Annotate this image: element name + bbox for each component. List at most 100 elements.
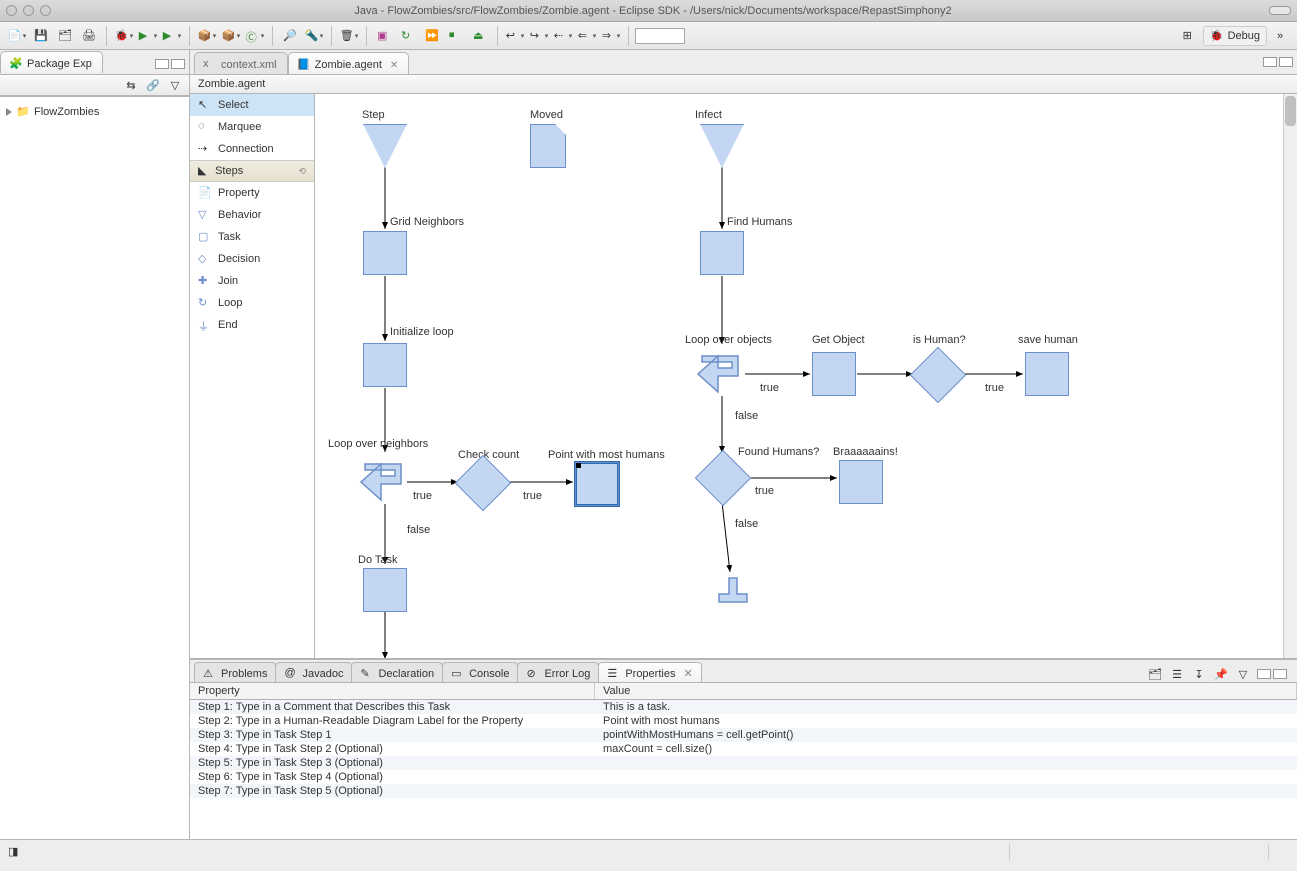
- new-class-button[interactable]: 📦: [220, 25, 242, 47]
- link-editor-button[interactable]: 🔗: [145, 77, 161, 93]
- search-button[interactable]: 🔦: [303, 25, 325, 47]
- table-row[interactable]: Step 4: Type in Task Step 2 (Optional)ma…: [190, 742, 1297, 756]
- minimize-panel-button[interactable]: [1257, 669, 1271, 679]
- terminate-button[interactable]: ⏏: [469, 25, 491, 47]
- forward-button[interactable]: ⇒: [600, 25, 622, 47]
- col-property[interactable]: Property: [190, 683, 595, 699]
- toggle-breadcrumb-button[interactable]: 🗑: [338, 25, 360, 47]
- filter-button[interactable]: ☰: [1169, 666, 1185, 682]
- stop-button[interactable]: ⏹: [445, 25, 467, 47]
- node-loop-neighbors[interactable]: [355, 454, 409, 511]
- palette-end[interactable]: ⏚End: [190, 314, 314, 336]
- diagram-canvas[interactable]: Step Moved Grid Neighbors Initialize loo…: [315, 94, 1297, 658]
- palette-select[interactable]: ↖Select: [190, 94, 314, 116]
- editor-tab-zombie[interactable]: 📘 Zombie.agent ✕: [288, 52, 410, 74]
- new-type-button[interactable]: Ⓒ: [244, 25, 266, 47]
- maximize-view-button[interactable]: [171, 59, 185, 69]
- tab-problems[interactable]: ⚠Problems: [194, 662, 276, 682]
- step-button[interactable]: ⏩: [421, 25, 443, 47]
- prop-value[interactable]: pointWithMostHumans = cell.getPoint(): [595, 728, 1297, 742]
- status-icon[interactable]: ◨: [8, 845, 22, 859]
- restore-button[interactable]: ↧: [1191, 666, 1207, 682]
- save-all-button[interactable]: 🗂: [54, 25, 76, 47]
- table-row[interactable]: Step 5: Type in Task Step 3 (Optional): [190, 756, 1297, 770]
- build-button[interactable]: ▣: [373, 25, 395, 47]
- palette-group-steps[interactable]: ◣ Steps: [190, 160, 314, 182]
- tab-errorlog[interactable]: ⊘Error Log: [517, 662, 599, 682]
- tab-properties[interactable]: ☰Properties✕: [598, 662, 701, 682]
- palette-task[interactable]: ▢Task: [190, 226, 314, 248]
- prop-value[interactable]: [595, 770, 1297, 784]
- view-menu-button[interactable]: ▽: [167, 77, 183, 93]
- back-button[interactable]: ⇐: [576, 25, 598, 47]
- project-node[interactable]: 📁 FlowZombies: [6, 103, 183, 121]
- node-save-human[interactable]: [1025, 352, 1069, 396]
- minimize-window-button[interactable]: [23, 5, 34, 16]
- node-grid-neighbors[interactable]: [363, 231, 407, 275]
- maximize-editor-button[interactable]: [1279, 57, 1293, 67]
- pin-icon[interactable]: [298, 165, 306, 177]
- debug-button[interactable]: 🐞: [113, 25, 135, 47]
- scrollbar-thumb[interactable]: [1285, 96, 1296, 126]
- close-window-button[interactable]: [6, 5, 17, 16]
- node-do-task[interactable]: [363, 568, 407, 612]
- zoom-window-button[interactable]: [40, 5, 51, 16]
- last-edit-button[interactable]: ⇠: [552, 25, 574, 47]
- open-perspective-button[interactable]: ⊞: [1179, 25, 1201, 47]
- perspective-more-button[interactable]: »: [1269, 25, 1291, 47]
- toolbar-toggle-button[interactable]: [1269, 6, 1291, 15]
- new-wizard-button[interactable]: 📄: [6, 25, 28, 47]
- tab-javadoc[interactable]: @Javadoc: [275, 662, 352, 682]
- col-value[interactable]: Value: [595, 683, 1297, 699]
- maximize-panel-button[interactable]: [1273, 669, 1287, 679]
- run-button[interactable]: ▶: [137, 25, 159, 47]
- node-end[interactable]: [715, 574, 751, 613]
- table-row[interactable]: Step 3: Type in Task Step 1pointWithMost…: [190, 728, 1297, 742]
- package-explorer-tree[interactable]: 📁 FlowZombies: [0, 96, 189, 839]
- minimize-view-button[interactable]: [155, 59, 169, 69]
- prop-value[interactable]: maxCount = cell.size(): [595, 742, 1297, 756]
- node-init-loop[interactable]: [363, 343, 407, 387]
- canvas-vscrollbar[interactable]: [1283, 94, 1297, 658]
- palette-behavior[interactable]: ▽Behavior: [190, 204, 314, 226]
- tab-declaration[interactable]: ✎Declaration: [351, 662, 443, 682]
- undo-nav-button[interactable]: ↩: [504, 25, 526, 47]
- tab-console[interactable]: ▭Console: [442, 662, 518, 682]
- palette-connection[interactable]: ⇢Connection: [190, 138, 314, 160]
- table-row[interactable]: Step 7: Type in Task Step 5 (Optional): [190, 784, 1297, 798]
- external-tools-button[interactable]: ▶: [161, 25, 183, 47]
- table-row[interactable]: Step 6: Type in Task Step 4 (Optional): [190, 770, 1297, 784]
- node-moved[interactable]: [530, 124, 566, 168]
- node-loop-objects[interactable]: [692, 346, 746, 403]
- expand-icon[interactable]: [6, 108, 12, 116]
- palette-property[interactable]: 📄Property: [190, 182, 314, 204]
- close-tab-button[interactable]: ✕: [390, 60, 398, 71]
- node-braains[interactable]: [839, 460, 883, 504]
- palette-loop[interactable]: ↻Loop: [190, 292, 314, 314]
- new-package-button[interactable]: 📦: [196, 25, 218, 47]
- prop-value[interactable]: This is a task.: [595, 700, 1297, 714]
- node-get-object[interactable]: [812, 352, 856, 396]
- collapse-all-button[interactable]: ⇆: [123, 77, 139, 93]
- redo-nav-button[interactable]: ↪: [528, 25, 550, 47]
- pin-button[interactable]: 📌: [1213, 666, 1229, 682]
- refresh-button[interactable]: ↻: [397, 25, 419, 47]
- perspective-debug[interactable]: 🐞Debug: [1203, 26, 1267, 46]
- categories-button[interactable]: 🗂: [1147, 666, 1163, 682]
- open-type-button[interactable]: 🔎: [279, 25, 301, 47]
- close-tab-button[interactable]: ✕: [683, 667, 692, 680]
- prop-value[interactable]: Point with most humans: [595, 714, 1297, 728]
- table-row[interactable]: Step 1: Type in a Comment that Describes…: [190, 700, 1297, 714]
- palette-join[interactable]: ✚Join: [190, 270, 314, 292]
- prop-value[interactable]: [595, 756, 1297, 770]
- print-button[interactable]: 🖨: [78, 25, 100, 47]
- node-point-most[interactable]: [575, 462, 619, 506]
- palette-marquee[interactable]: ◌Marquee: [190, 116, 314, 138]
- notification-icon[interactable]: [1275, 845, 1289, 859]
- minimize-editor-button[interactable]: [1263, 57, 1277, 67]
- table-row[interactable]: Step 2: Type in a Human-Readable Diagram…: [190, 714, 1297, 728]
- quick-access-input[interactable]: [635, 28, 685, 44]
- view-menu-button[interactable]: ▽: [1235, 666, 1251, 682]
- package-explorer-tab[interactable]: 🧩 Package Exp: [0, 51, 103, 73]
- editor-tab-context[interactable]: x context.xml: [194, 52, 288, 74]
